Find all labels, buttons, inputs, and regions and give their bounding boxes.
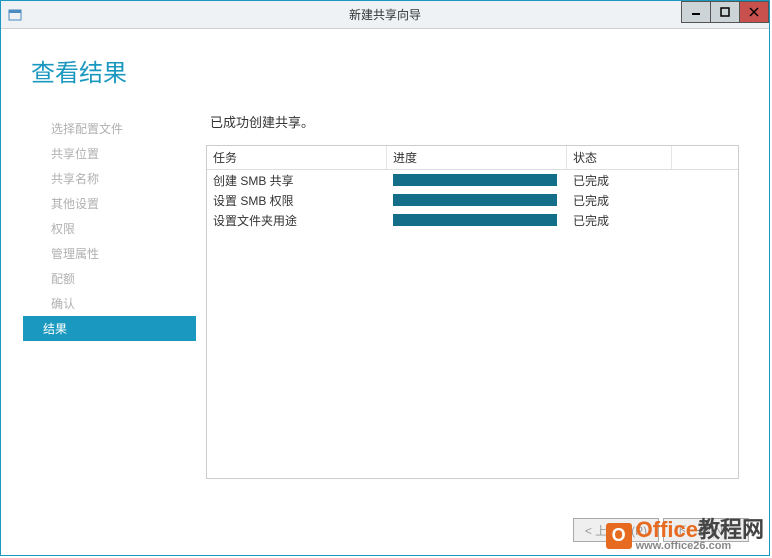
sidebar-item-mgmt-properties: 管理属性 bbox=[31, 241, 206, 266]
sidebar-item-share-name: 共享名称 bbox=[31, 166, 206, 191]
results-heading: 已成功创建共享。 bbox=[206, 112, 739, 131]
sidebar: 选择配置文件 共享位置 共享名称 其他设置 权限 管理属性 配额 确认 结果 bbox=[31, 112, 206, 495]
minimize-button[interactable] bbox=[681, 1, 711, 23]
cell-status: 已完成 bbox=[567, 170, 672, 190]
close-icon bbox=[749, 7, 759, 17]
sidebar-item-share-location: 共享位置 bbox=[31, 141, 206, 166]
cell-status: 已完成 bbox=[567, 190, 672, 210]
table-row: 创建 SMB 共享 已完成 bbox=[207, 170, 738, 190]
cell-progress bbox=[387, 210, 567, 230]
table-header: 任务 进度 状态 bbox=[207, 146, 738, 170]
sidebar-item-confirm: 确认 bbox=[31, 291, 206, 316]
cell-progress bbox=[387, 170, 567, 190]
body-area: 选择配置文件 共享位置 共享名称 其他设置 权限 管理属性 配额 确认 结果 已… bbox=[31, 112, 739, 495]
table-body: 创建 SMB 共享 已完成 设置 SMB 权限 已完成 设置文件夹用途 bbox=[207, 170, 738, 230]
next-button[interactable]: 下一步(N) > bbox=[663, 518, 749, 542]
sidebar-item-quota: 配额 bbox=[31, 266, 206, 291]
sidebar-item-results: 结果 bbox=[23, 316, 196, 341]
results-table: 任务 进度 状态 创建 SMB 共享 已完成 设置 SMB 权限 bbox=[206, 145, 739, 479]
sidebar-item-other-settings: 其他设置 bbox=[31, 191, 206, 216]
column-header-status[interactable]: 状态 bbox=[567, 146, 672, 169]
page-title: 查看结果 bbox=[31, 53, 739, 88]
cell-progress bbox=[387, 190, 567, 210]
window-controls bbox=[682, 1, 769, 23]
sidebar-item-permissions: 权限 bbox=[31, 216, 206, 241]
prev-button[interactable]: < 上一步(P) bbox=[573, 518, 659, 542]
cell-status: 已完成 bbox=[567, 210, 672, 230]
progress-bar bbox=[393, 214, 557, 226]
wizard-window: 新建共享向导 查看结果 选择配置文件 共享位置 共享名称 其他设置 权限 管理属… bbox=[0, 0, 770, 556]
footer-buttons: < 上一步(P) 下一步(N) > bbox=[1, 505, 769, 555]
progress-bar bbox=[393, 194, 557, 206]
content-area: 查看结果 选择配置文件 共享位置 共享名称 其他设置 权限 管理属性 配额 确认… bbox=[1, 29, 769, 505]
sidebar-item-select-profile: 选择配置文件 bbox=[31, 116, 206, 141]
cell-task: 创建 SMB 共享 bbox=[207, 170, 387, 190]
close-button[interactable] bbox=[739, 1, 769, 23]
cell-task: 设置 SMB 权限 bbox=[207, 190, 387, 210]
cell-task: 设置文件夹用途 bbox=[207, 210, 387, 230]
main-panel: 已成功创建共享。 任务 进度 状态 创建 SMB 共享 已完成 bbox=[206, 112, 739, 495]
table-row: 设置 SMB 权限 已完成 bbox=[207, 190, 738, 210]
maximize-icon bbox=[720, 7, 730, 17]
progress-bar bbox=[393, 174, 557, 186]
titlebar: 新建共享向导 bbox=[1, 1, 769, 29]
table-row: 设置文件夹用途 已完成 bbox=[207, 210, 738, 230]
column-header-task[interactable]: 任务 bbox=[207, 146, 387, 169]
window-title: 新建共享向导 bbox=[1, 6, 769, 23]
column-header-progress[interactable]: 进度 bbox=[387, 146, 567, 169]
maximize-button[interactable] bbox=[710, 1, 740, 23]
minimize-icon bbox=[691, 7, 701, 17]
